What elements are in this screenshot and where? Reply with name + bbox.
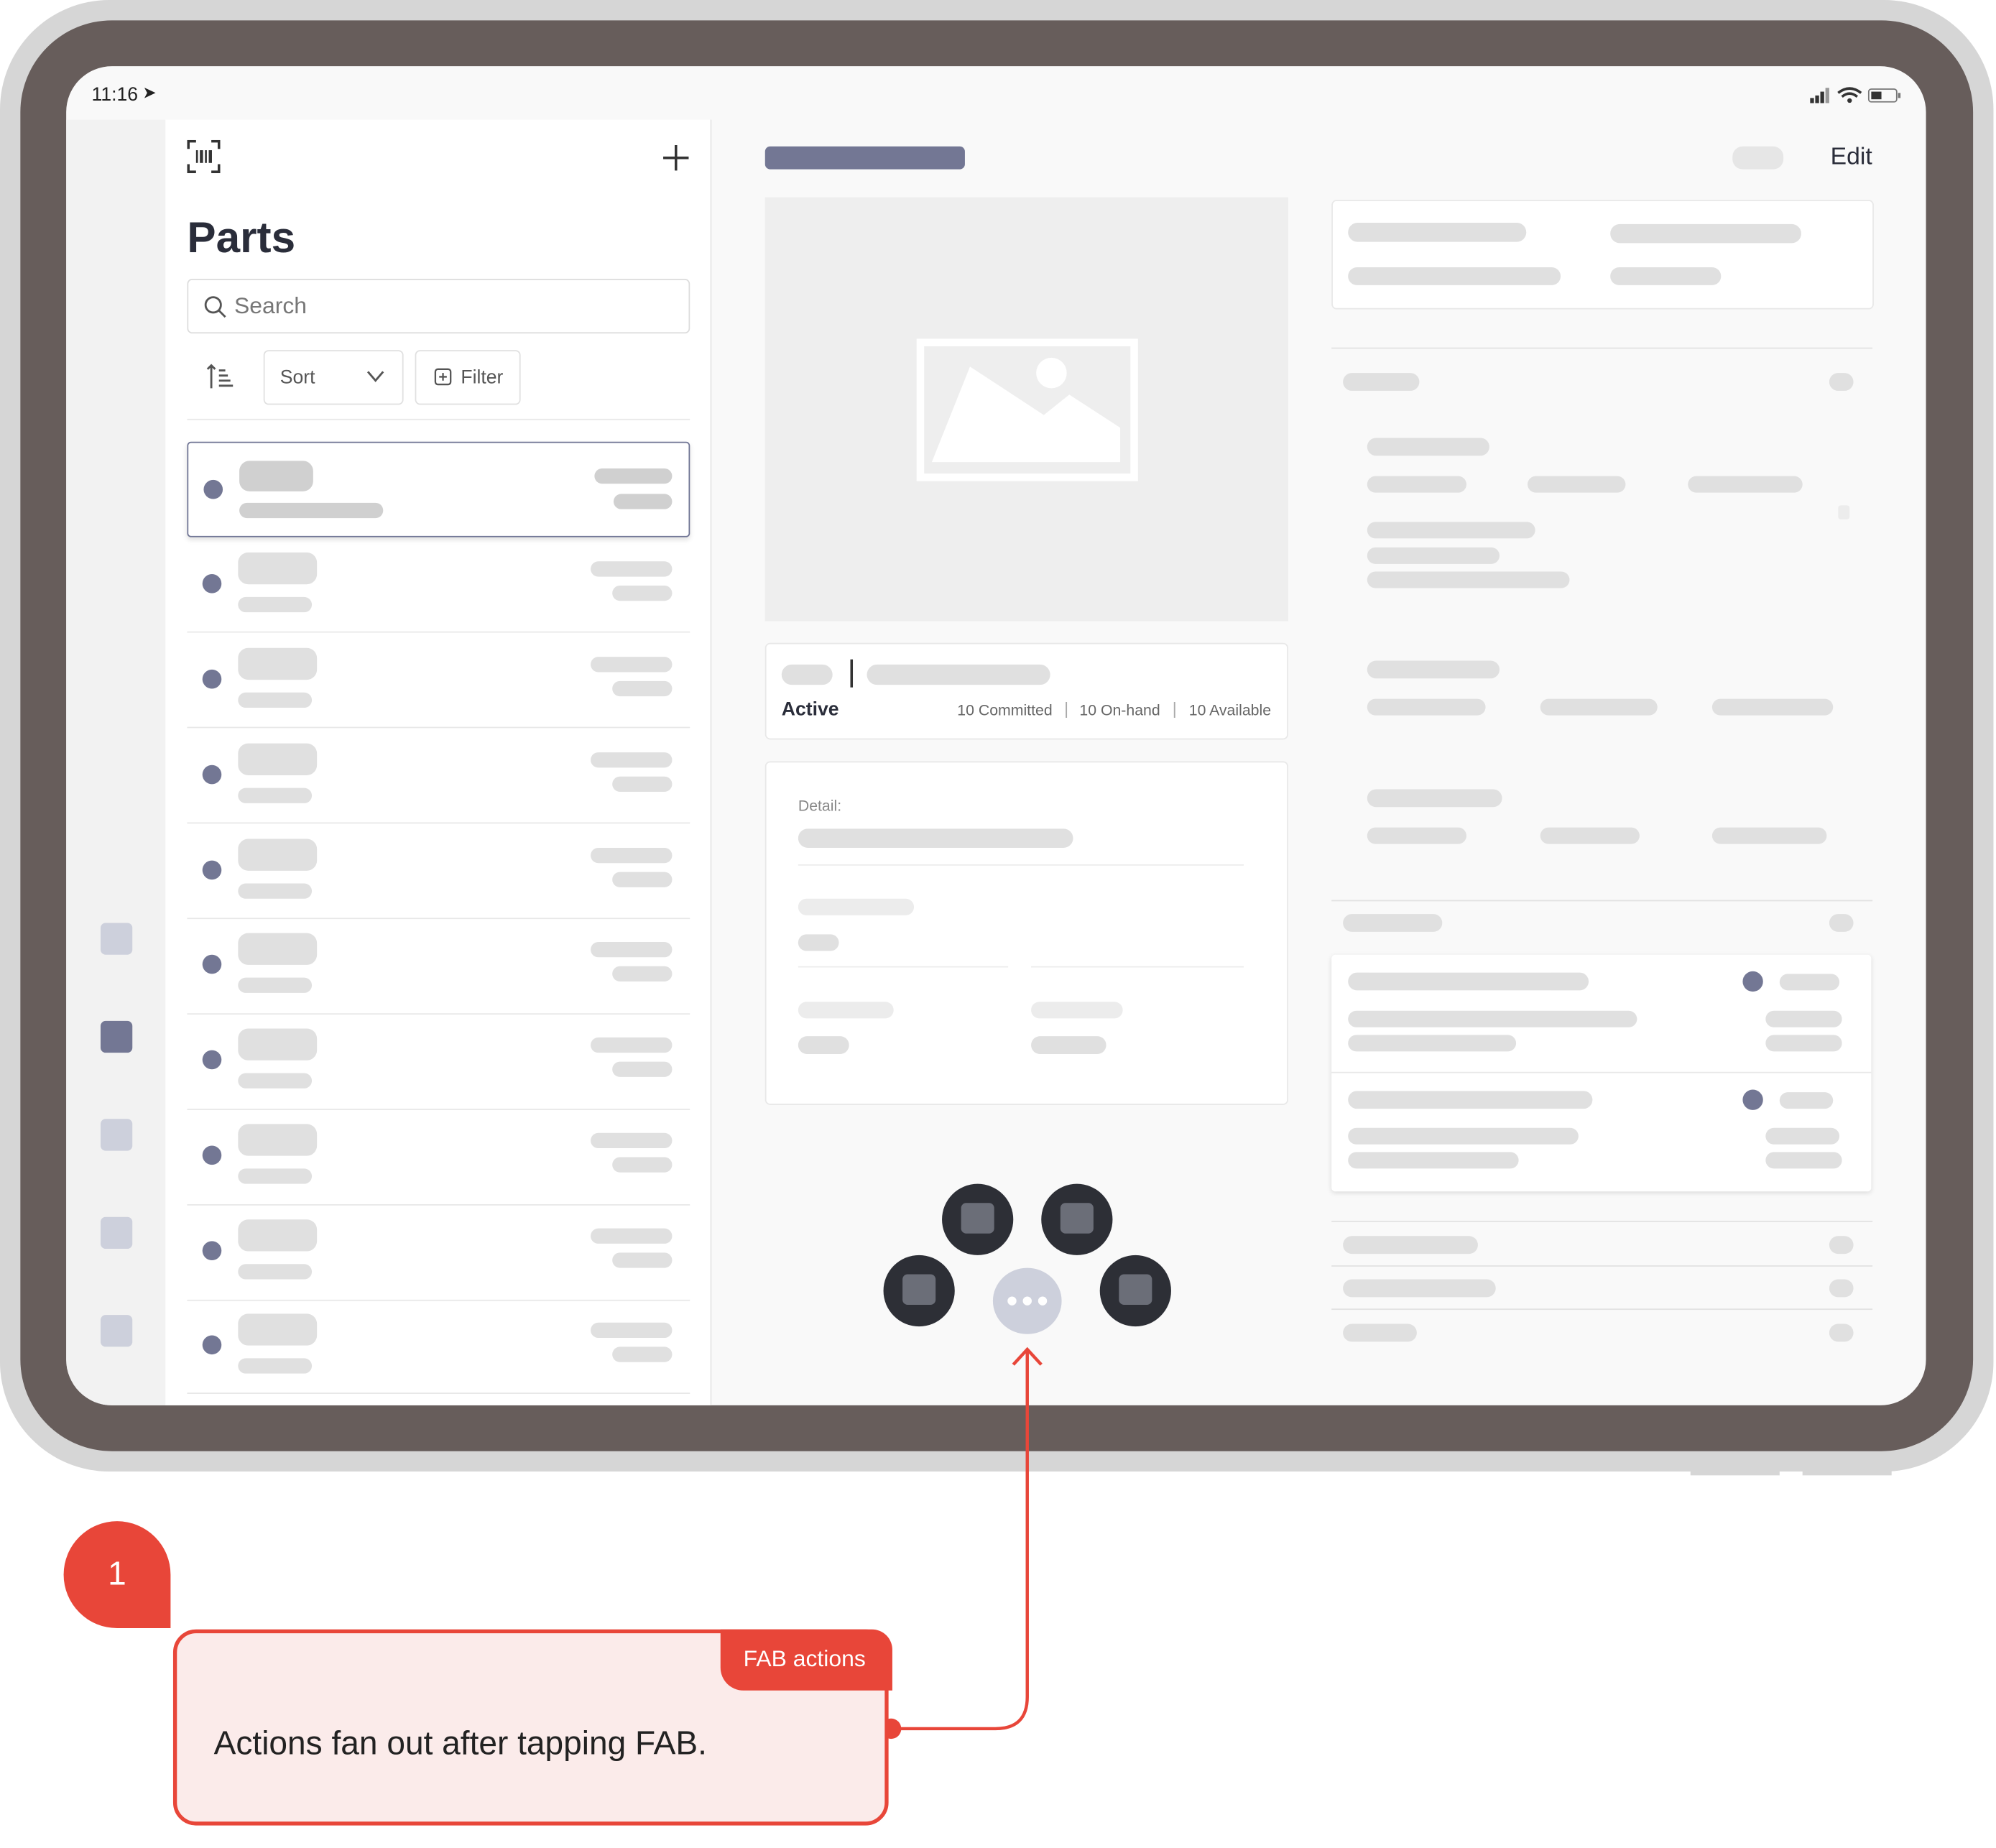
annotation-connector xyxy=(881,1346,1043,1740)
annotation-number: 1 xyxy=(108,1554,126,1593)
annotation-tag: FAB actions xyxy=(720,1629,892,1691)
annotation-text: Actions fan out after tapping FAB. xyxy=(213,1723,707,1762)
annotation-tag-label: FAB actions xyxy=(743,1645,866,1672)
annotation-number-badge: 1 xyxy=(63,1521,171,1628)
annotation-callout: FAB actions Actions fan out after tappin… xyxy=(172,1629,892,1826)
